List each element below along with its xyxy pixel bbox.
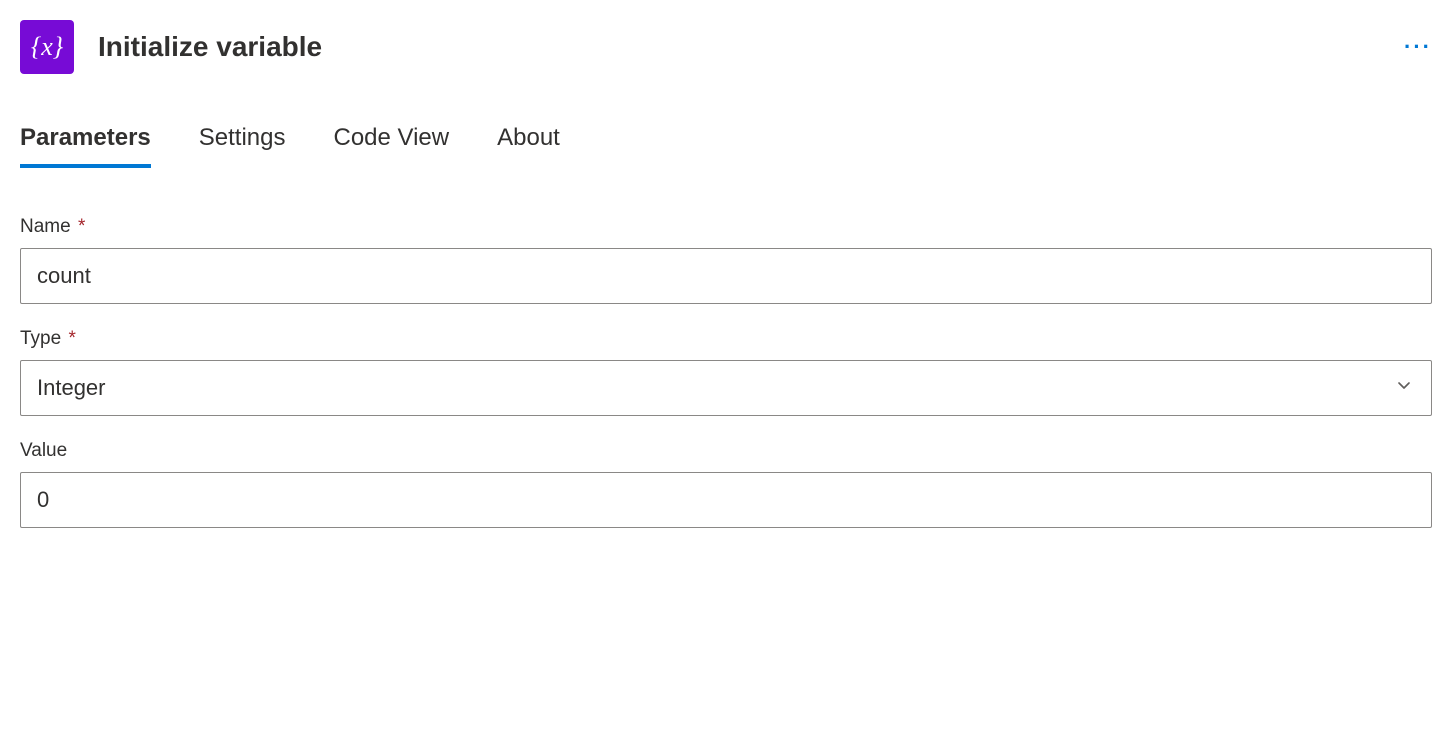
action-title: Initialize variable (98, 31, 322, 63)
tabs-container: Parameters Settings Code View About (20, 124, 1432, 168)
type-select[interactable]: Integer (20, 360, 1432, 416)
required-asterisk: * (63, 328, 76, 349)
type-field-group: Type * Integer (20, 328, 1432, 416)
header-right: ··· (1404, 34, 1432, 60)
tab-label: Settings (199, 124, 286, 151)
tab-code-view[interactable]: Code View (333, 124, 449, 168)
type-select-wrapper: Integer (20, 360, 1432, 416)
name-label: Name * (20, 216, 1432, 238)
type-label-text: Type (20, 328, 61, 349)
variable-action-icon: {x} (20, 20, 74, 74)
value-input[interactable] (20, 472, 1432, 528)
value-label: Value (20, 440, 1432, 462)
tab-parameters[interactable]: Parameters (20, 124, 151, 168)
name-field-group: Name * (20, 216, 1432, 304)
type-label: Type * (20, 328, 1432, 350)
tab-about[interactable]: About (497, 124, 560, 168)
tab-label: Parameters (20, 124, 151, 151)
more-options-icon[interactable]: ··· (1404, 34, 1432, 60)
card-header: {x} Initialize variable ··· (20, 20, 1432, 74)
name-input[interactable] (20, 248, 1432, 304)
name-label-text: Name (20, 216, 71, 237)
tab-settings[interactable]: Settings (199, 124, 286, 168)
required-asterisk: * (73, 216, 86, 237)
value-label-text: Value (20, 440, 67, 461)
tab-label: Code View (333, 124, 449, 151)
variable-icon-glyph: {x} (31, 32, 63, 62)
header-left: {x} Initialize variable (20, 20, 322, 74)
value-field-group: Value (20, 440, 1432, 528)
tab-label: About (497, 124, 560, 151)
